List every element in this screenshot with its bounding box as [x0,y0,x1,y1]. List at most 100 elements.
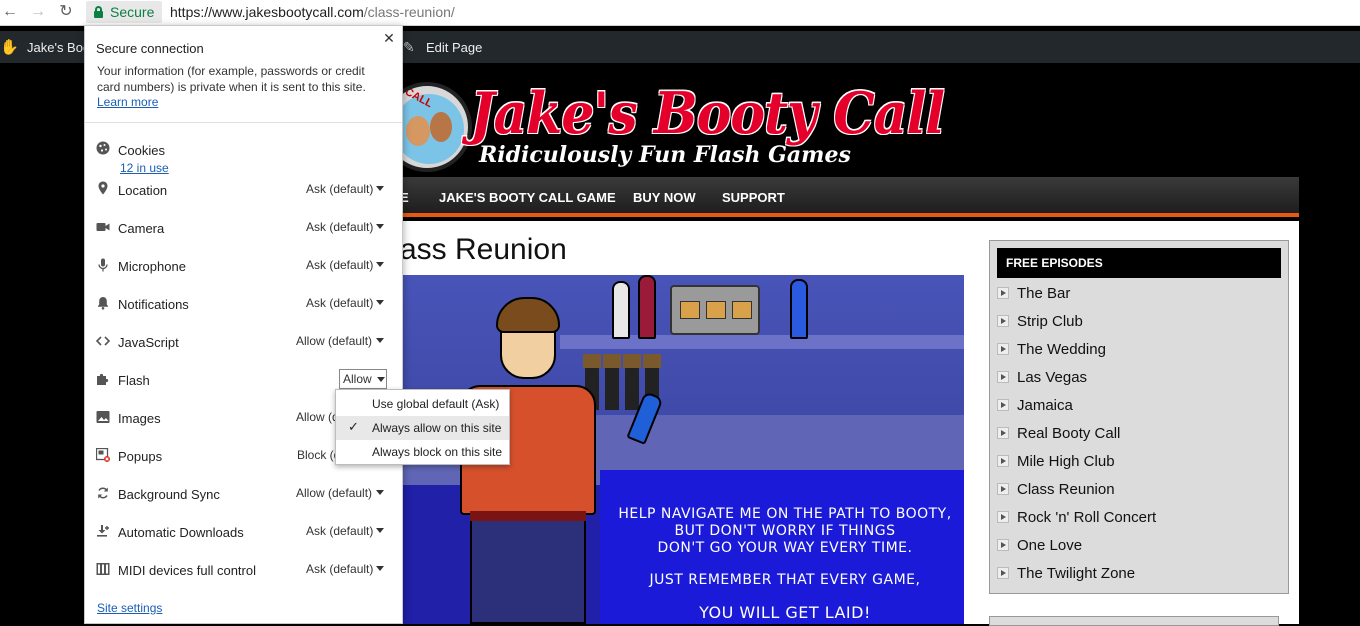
permission-automatic-downloads-select[interactable]: Ask (default) [306,524,373,538]
episode-link-strip-club[interactable]: Strip Club [997,312,1257,332]
game-text-line: JUST REMEMBER THAT EVERY GAME, [649,572,921,588]
forward-arrow-icon[interactable]: → [28,2,48,22]
flash-option-use-global-default[interactable]: Use global default (Ask) [336,392,509,416]
image-icon [96,411,110,423]
episode-link-rock-n-roll-concert[interactable]: Rock 'n' Roll Concert [997,508,1257,528]
permission-location-select[interactable]: Ask (default) [306,182,373,196]
chevron-down-icon [376,300,384,305]
code-icon [96,336,110,346]
cookie-icon [96,141,110,155]
episode-link-class-reunion[interactable]: Class Reunion [997,480,1257,500]
permission-javascript-select[interactable]: Allow (default) [296,334,372,348]
learn-more-link[interactable]: Learn more [97,95,158,109]
lock-icon [94,6,103,18]
chevron-down-icon [376,490,384,495]
chevron-down-icon [376,224,384,229]
permission-images-label: Images [118,411,161,426]
permission-popups-label: Popups [118,449,163,464]
cookies-label: Cookies [118,143,165,158]
nav-link-buy-now[interactable]: BUY NOW [633,190,696,205]
address-bar: ← → ↻ Secure https://www.jakesbootycall.… [0,0,1360,26]
permission-microphone-select[interactable]: Ask (default) [306,258,373,272]
game-text-line: DON'T GO YOUR WAY EVERY TIME. [657,540,913,556]
episode-link-the-bar[interactable]: The Bar [997,284,1257,304]
arrow-right-icon [997,315,1009,327]
connection-description: Your information (for example, passwords… [97,64,366,94]
url-path: /class-reunion/ [363,4,455,20]
permission-javascript-label: JavaScript [118,335,179,350]
permission-flash-value: Allow [343,372,372,386]
arrow-right-icon [997,399,1009,411]
permission-notifications-select[interactable]: Ask (default) [306,296,373,310]
admin-site-name[interactable]: Jake's Boo [27,40,90,55]
arrow-right-icon [997,539,1009,551]
arrow-right-icon [997,511,1009,523]
reload-icon[interactable]: ↻ [56,2,76,22]
download-icon [97,525,109,537]
bottle-icon [790,279,808,339]
location-pin-icon [98,181,108,195]
site-settings-link[interactable]: Site settings [97,601,162,615]
permission-automatic-downloads-label: Automatic Downloads [118,525,244,540]
checkmark-icon: ✓ [348,419,359,434]
chevron-down-icon [376,262,384,267]
episode-link-the-twilight-zone[interactable]: The Twilight Zone [997,564,1257,584]
close-icon[interactable]: ✕ [382,31,396,45]
sync-icon [98,487,108,499]
arrow-right-icon [997,567,1009,579]
episode-link-the-wedding[interactable]: The Wedding [997,340,1257,360]
bell-icon [98,297,108,310]
chevron-down-icon [376,186,384,191]
permission-flash-label: Flash [118,373,150,388]
main-navigation: E JAKE'S BOOTY CALL GAME BUY NOW SUPPORT [380,177,1299,217]
cookies-in-use-link[interactable]: 12 in use [120,161,169,175]
permission-images-select[interactable]: Allow (d [296,410,339,424]
episode-link-jamaica[interactable]: Jamaica [997,396,1257,416]
permission-microphone-label: Microphone [118,259,186,274]
episode-link-mile-high-club[interactable]: Mile High Club [997,452,1257,472]
free-episodes-title: FREE EPISODES [1006,256,1103,270]
puzzle-icon [97,373,109,385]
game-text-line: HELP NAVIGATE ME ON THE PATH TO BOOTY, [618,506,952,522]
secure-chip[interactable]: Secure [86,1,162,23]
permission-notifications-label: Notifications [118,297,189,312]
game-text-line: BUT DON'T WORRY IF THINGS [674,523,896,539]
popup-divider [85,122,402,123]
permission-background-sync-label: Background Sync [118,487,220,502]
arrow-right-icon [997,371,1009,383]
nav-link-support[interactable]: SUPPORT [722,190,785,205]
bottle-icon [638,275,656,339]
microphone-icon [98,258,108,272]
url-field[interactable]: https://www.jakesbootycall.com/class-reu… [170,4,455,20]
connection-title: Secure connection [96,41,204,56]
episode-link-real-booty-call[interactable]: Real Booty Call [997,424,1257,444]
popup-blocked-icon [96,448,110,462]
character-jeans [470,511,586,624]
permission-camera-label: Camera [118,221,165,236]
bottle-icon [612,281,630,339]
page-title: ass Reunion [400,233,567,266]
nav-link-game[interactable]: JAKE'S BOOTY CALL GAME [439,190,616,205]
arrow-right-icon [997,427,1009,439]
episode-link-las-vegas[interactable]: Las Vegas [997,368,1257,388]
flash-option-always-allow[interactable]: ✓ Always allow on this site [336,416,509,440]
permission-popups-select[interactable]: Block (d [297,448,340,462]
flash-option-always-block[interactable]: Always block on this site [336,440,509,464]
permission-midi-select[interactable]: Ask (default) [306,562,373,576]
site-title[interactable]: Jake's Booty Call [470,80,945,147]
secure-label: Secure [110,4,155,20]
sidebar-second-box [989,616,1279,626]
arrow-right-icon [997,287,1009,299]
permission-camera-select[interactable]: Ask (default) [306,220,373,234]
slot-machine [670,285,760,335]
back-arrow-icon[interactable]: ← [0,2,20,22]
episode-link-one-love[interactable]: One Love [997,536,1257,556]
chevron-down-icon [377,377,385,382]
permission-midi-label: MIDI devices full control [118,563,256,578]
pencil-icon: ✎ [403,39,415,55]
edit-page-link[interactable]: Edit Page [426,40,482,55]
arrow-right-icon [997,343,1009,355]
permission-background-sync-select[interactable]: Allow (default) [296,486,372,500]
camera-icon [96,223,110,231]
arrow-right-icon [997,483,1009,495]
